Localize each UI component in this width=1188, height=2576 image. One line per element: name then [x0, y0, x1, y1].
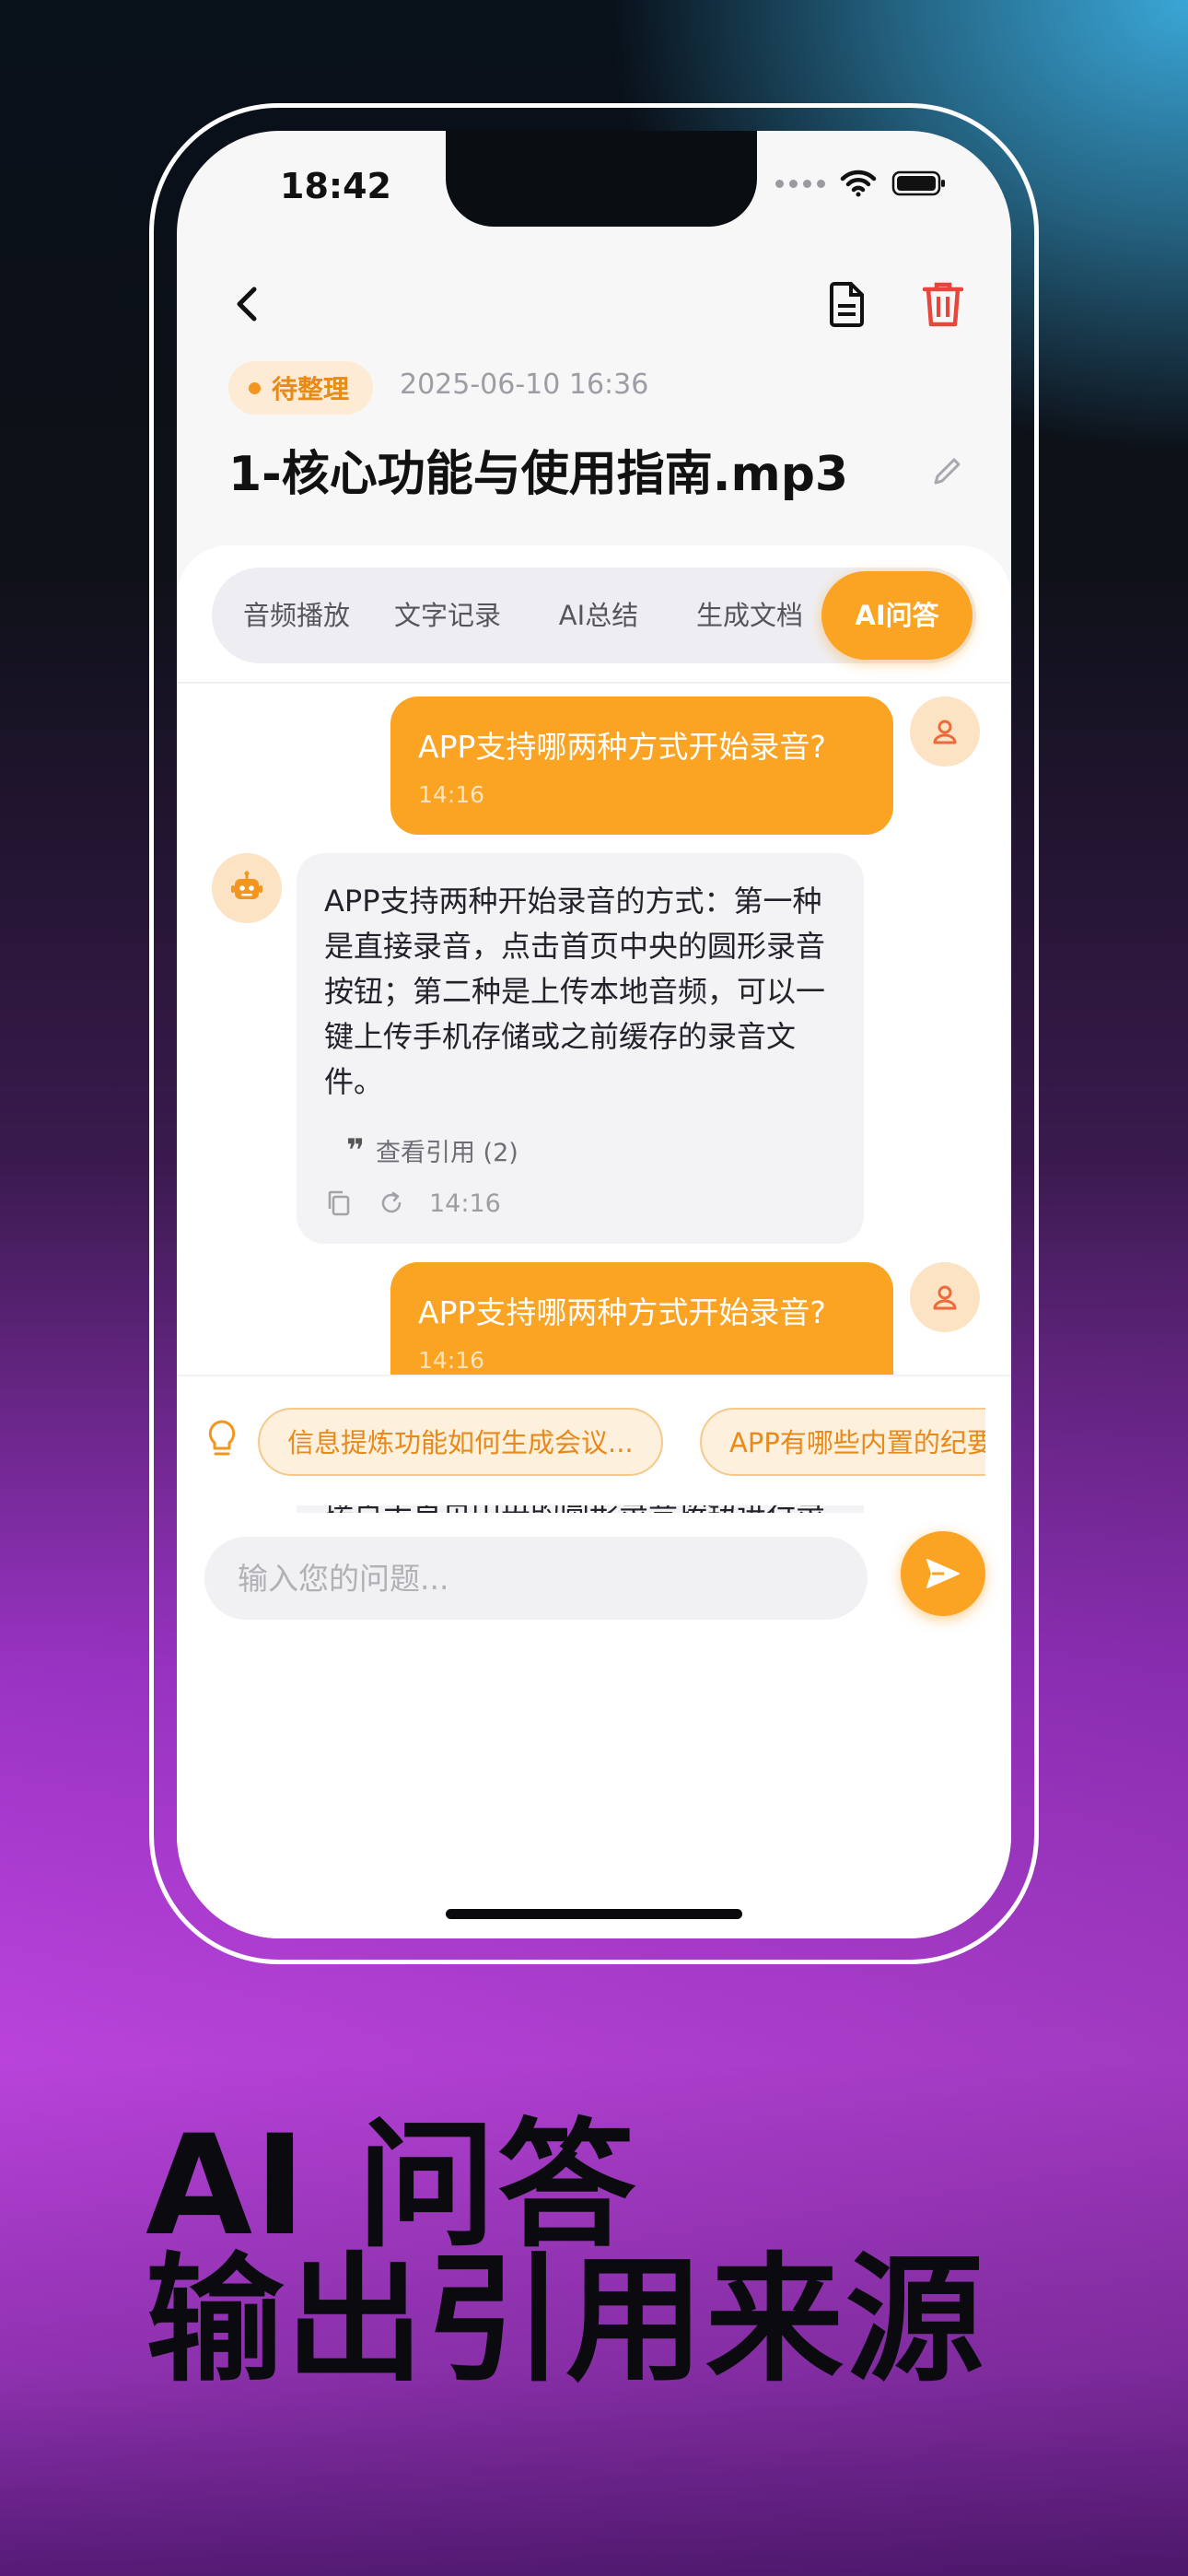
suggestion-chip[interactable]: APP有哪些内置的纪要	[700, 1408, 985, 1476]
send-button[interactable]	[901, 1531, 985, 1616]
delete-button[interactable]	[915, 276, 971, 332]
document-button[interactable]	[821, 278, 873, 330]
status-time: 18:42	[280, 166, 391, 206]
message-time: 14:16	[418, 781, 485, 808]
refresh-icon[interactable]	[378, 1189, 405, 1217]
user-message-text: APP支持哪两种方式开始录音?	[418, 1294, 826, 1330]
status-badge-label: 待整理	[272, 374, 350, 404]
signal-icon	[775, 179, 825, 188]
user-icon	[933, 1285, 957, 1310]
status-badge: 待整理	[228, 361, 374, 415]
phone-screen: 18:42 待整理 2025-06-10 16:36 1-核心功能与使用指南.m…	[177, 131, 1011, 1938]
user-avatar	[910, 697, 980, 767]
document-icon	[830, 282, 864, 327]
question-input[interactable]	[204, 1537, 868, 1620]
view-citations-button[interactable]: ❞ 查看引用 (2)	[346, 1132, 836, 1168]
send-icon	[926, 1559, 960, 1588]
wifi-icon	[840, 170, 877, 197]
home-indicator	[446, 1909, 742, 1919]
back-button[interactable]	[219, 275, 278, 334]
chevron-left-icon	[237, 287, 257, 322]
user-message: APP支持哪两种方式开始录音? 14:16	[390, 697, 893, 835]
battery-icon	[891, 170, 945, 196]
assistant-avatar	[212, 853, 282, 923]
quote-icon: ❞	[346, 1131, 365, 1169]
tab-ai-summary[interactable]: AI总结	[525, 568, 672, 663]
edit-title-button[interactable]	[928, 453, 965, 490]
suggestion-list: 信息提炼功能如何生成会议... APP有哪些内置的纪要	[258, 1404, 985, 1481]
tab-bar: 音频播放 文字记录 AI总结 生成文档 AI问答	[212, 568, 976, 663]
assistant-message: APP支持两种开始录音的方式：第一种是直接录音，点击首页中央的圆形录音按钮；第二…	[297, 853, 864, 1244]
tab-audio-playback[interactable]: 音频播放	[223, 568, 370, 663]
tab-ai-qa[interactable]: AI问答	[821, 571, 973, 660]
user-message-text: APP支持哪两种方式开始录音?	[418, 729, 826, 765]
trash-icon	[922, 282, 964, 327]
status-icons	[775, 170, 947, 197]
headline-line-2: 输出引用来源	[146, 2241, 986, 2401]
page-title: 1-核心功能与使用指南.mp3	[228, 447, 849, 502]
recording-date: 2025-06-10 16:36	[400, 369, 649, 401]
assistant-message-text: APP支持两种开始录音的方式：第一种是直接录音，点击首页中央的圆形录音按钮；第二…	[324, 884, 826, 1099]
view-citations-label: 查看引用 (2)	[375, 1139, 518, 1167]
message-actions: 14:16	[324, 1188, 836, 1218]
marketing-headline: AI 问答 输出引用来源	[146, 2117, 985, 2390]
pencil-icon	[934, 458, 961, 485]
status-dot	[249, 381, 261, 394]
notch	[446, 131, 757, 227]
content-card: 音频播放 文字记录 AI总结 生成文档 AI问答 APP支持哪两种方式开始录音?…	[177, 545, 1011, 1938]
robot-icon	[231, 871, 262, 899]
message-time: 14:16	[418, 1347, 485, 1374]
tab-transcript[interactable]: 文字记录	[374, 568, 521, 663]
user-icon	[933, 720, 957, 744]
copy-icon[interactable]	[324, 1188, 354, 1218]
lightbulb-icon	[208, 1420, 236, 1456]
tab-generate-doc[interactable]: 生成文档	[676, 568, 823, 663]
suggestion-chip[interactable]: 信息提炼功能如何生成会议...	[258, 1408, 663, 1476]
user-avatar	[910, 1262, 980, 1332]
message-time: 14:16	[429, 1188, 501, 1218]
